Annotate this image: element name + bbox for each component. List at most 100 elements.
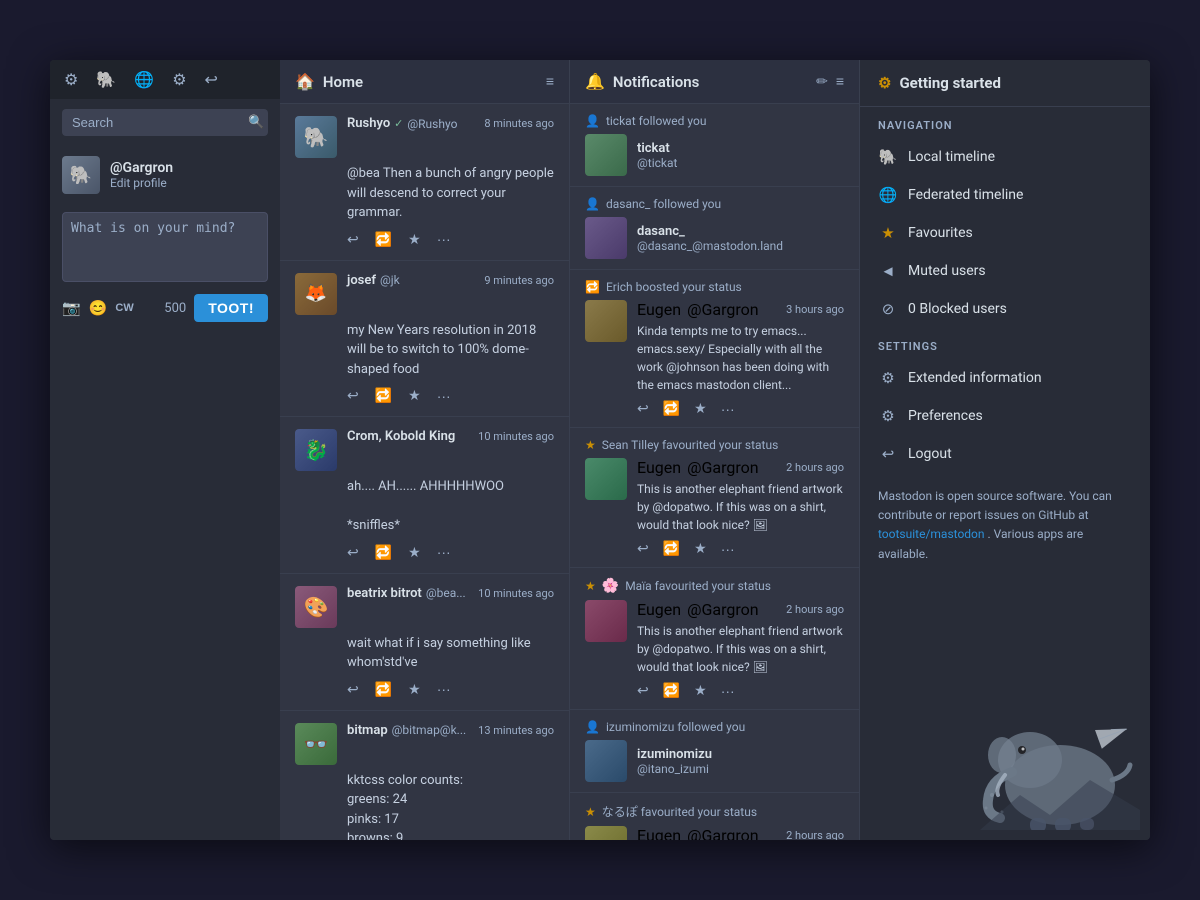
avatar [585,217,627,259]
notif-poster-name: Eugen [637,826,681,840]
status-item[interactable]: 🎨 beatrix bitrot @bea... 10 minutes ago … [280,574,569,711]
notif-type-row: 👤 izuminomizu followed you [585,720,844,734]
avatar: 🐘 [295,116,337,158]
boost-icon: 🔁 [585,280,600,294]
fav-button[interactable]: ★ [408,544,421,561]
settings-icon[interactable]: ⚙ [64,70,78,89]
blocked-users-nav[interactable]: ⊘ 0 Blocked users [860,290,1150,328]
muted-users-nav[interactable]: ◄ Muted users [860,252,1150,290]
favourites-nav[interactable]: ★ Favourites [860,214,1150,252]
search-bar[interactable]: 🔍 [62,109,268,136]
reply-button[interactable]: ↩ [637,400,649,417]
notif-username: dasanc_ [637,224,783,239]
notif-item[interactable]: 👤 dasanc_ followed you dasanc_ @dasanc_@… [570,187,859,270]
home-settings-icon[interactable]: ≡ [546,73,554,90]
toot-button[interactable]: TOOT! [194,294,268,322]
local-timeline-nav[interactable]: 🐘 Local timeline [860,138,1150,176]
notif-type-row: ★ なるぽ favourited your status [585,803,844,820]
avatar [585,826,627,840]
notif-settings-icon[interactable]: ≡ [836,73,844,90]
extended-info-nav[interactable]: ⚙ Extended information [860,359,1150,397]
home-column-scroll[interactable]: 🐘 Rushyo ✓ @Rushyo 8 minutes ago @bea Th… [280,104,569,840]
star-nav-icon: ★ [878,224,898,242]
elephant-icon[interactable]: 🐘 [96,70,116,89]
fav-button[interactable]: ★ [694,540,707,557]
reply-button[interactable]: ↩ [637,540,649,557]
cw-button[interactable]: CW [115,302,133,314]
status-actions: ↩ 🔁 ★ ··· [347,231,554,248]
boost-button[interactable]: 🔁 [663,540,680,557]
reply-button[interactable]: ↩ [347,231,359,248]
search-input[interactable] [72,115,248,130]
user-profile[interactable]: 🐘 @Gargron Edit profile [50,146,280,204]
notif-user-row: dasanc_ @dasanc_@mastodon.land [585,217,844,259]
globe-nav-icon: 🌐 [878,186,898,204]
preferences-nav[interactable]: ⚙ Preferences [860,397,1150,435]
reply-button[interactable]: ↩ [637,682,649,699]
emoji-button[interactable]: 😊 [89,299,108,317]
notif-type-row: ★ 🌸 Maïa favourited your status [585,578,844,594]
notif-poster-name: Eugen [637,600,681,619]
boost-button[interactable]: 🔁 [375,681,392,698]
notif-content-text: Eugen @Gargron 3 hours ago Kinda tempts … [637,300,844,394]
notif-item[interactable]: ★ なるぽ favourited your status Eugen @Garg… [570,793,859,840]
notif-item[interactable]: ★ 🌸 Maïa favourited your status Eugen @G… [570,568,859,710]
status-meta: Crom, Kobold King 10 minutes ago [347,429,554,444]
more-button[interactable]: ··· [437,681,451,698]
reply-button[interactable]: ↩ [347,544,359,561]
notif-type-label: tickat followed you [606,114,707,128]
logout-nav[interactable]: ↩ Logout [860,435,1150,473]
github-link[interactable]: tootsuite/mastodon [878,527,985,541]
more-button[interactable]: ··· [437,387,451,404]
compose-textarea[interactable] [62,212,268,282]
notif-edit-icon[interactable]: ✏ [816,74,828,90]
edit-profile-link[interactable]: Edit profile [110,176,173,190]
reply-button[interactable]: ↩ [347,681,359,698]
compose-actions: 📷 😊 CW 500 TOOT! [62,294,268,322]
more-button[interactable]: ··· [721,400,735,417]
fav-button[interactable]: ★ [408,681,421,698]
fav-button[interactable]: ★ [694,682,707,699]
notif-user-info: dasanc_ @dasanc_@mastodon.land [637,224,783,253]
gear-icon[interactable]: ⚙ [172,70,186,89]
post-body: wait what if i say something like whom's… [347,634,554,673]
status-actions: ↩ 🔁 ★ ··· [347,681,554,698]
status-item[interactable]: 🐘 Rushyo ✓ @Rushyo 8 minutes ago @bea Th… [280,104,569,261]
camera-button[interactable]: 📷 [62,299,81,317]
boost-button[interactable]: 🔁 [663,400,680,417]
post-time: 10 minutes ago [478,430,554,443]
more-button[interactable]: ··· [721,540,735,557]
notif-item[interactable]: ★ Sean Tilley favourited your status Eug… [570,428,859,568]
settings-section-label: SETTINGS [860,328,1150,359]
status-meta: josef @jk 9 minutes ago [347,273,554,288]
status-item[interactable]: 🦊 josef @jk 9 minutes ago my New Years r… [280,261,569,418]
notif-item[interactable]: 🔁 Erich boosted your status Eugen @Gargr… [570,270,859,428]
notif-handle: @itano_izumi [637,762,712,776]
notif-type-label: izuminomizu followed you [606,720,745,734]
more-button[interactable]: ··· [437,231,451,248]
more-button[interactable]: ··· [437,544,451,561]
fav-button[interactable]: ★ [408,387,421,404]
boost-button[interactable]: 🔁 [663,682,680,699]
fav-button[interactable]: ★ [694,400,707,417]
notif-content-text: Eugen @Gargron 2 hours ago This is anoth… [637,458,844,534]
globe-icon[interactable]: 🌐 [134,70,154,89]
fav-button[interactable]: ★ [408,231,421,248]
notif-column-scroll[interactable]: 👤 tickat followed you tickat @tickat [570,104,859,840]
follow-icon: 👤 [585,720,600,734]
status-item[interactable]: 👓 bitmap @bitmap@k... 13 minutes ago kkt… [280,711,569,841]
reply-button[interactable]: ↩ [347,387,359,404]
federated-timeline-nav[interactable]: 🌐 Federated timeline [860,176,1150,214]
notif-content-text: Eugen @Gargron 2 hours ago This is anoth… [637,600,844,676]
boost-button[interactable]: 🔁 [375,231,392,248]
more-button[interactable]: ··· [721,682,735,699]
boost-button[interactable]: 🔁 [375,544,392,561]
notif-user-row: tickat @tickat [585,134,844,176]
notif-poster-name: Eugen [637,300,681,319]
notif-item[interactable]: 👤 izuminomizu followed you izuminomizu @… [570,710,859,793]
logout-nav-icon: ↩ [878,445,898,463]
logout-icon[interactable]: ↩ [205,70,218,89]
boost-button[interactable]: 🔁 [375,387,392,404]
notif-item[interactable]: 👤 tickat followed you tickat @tickat [570,104,859,187]
status-item[interactable]: 🐉 Crom, Kobold King 10 minutes ago ah...… [280,417,569,574]
